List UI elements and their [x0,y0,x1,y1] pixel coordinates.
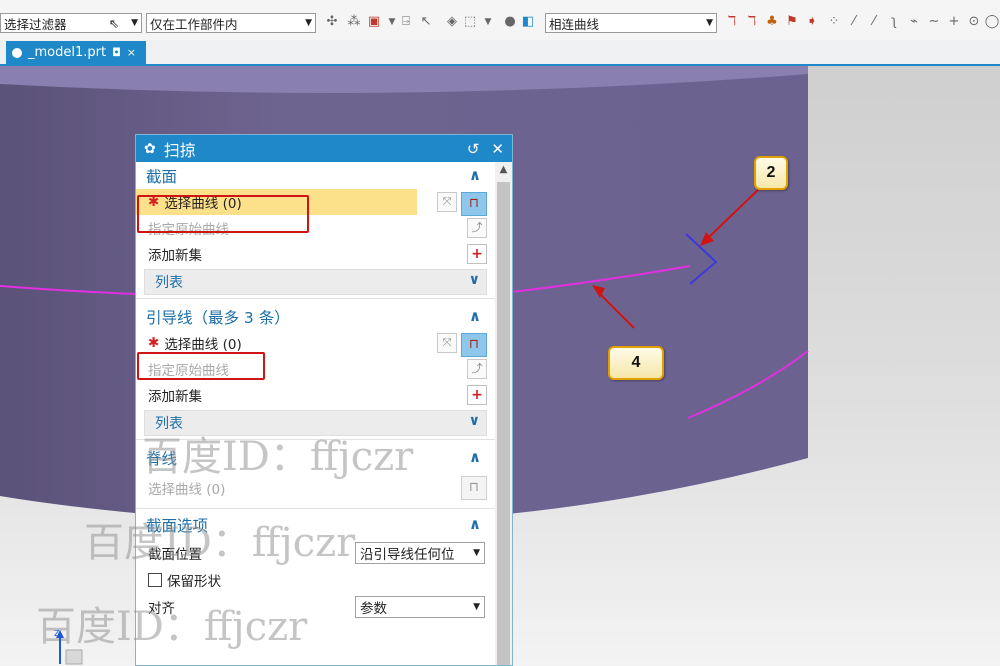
add-new-set-label: 添加新集 [148,389,202,405]
control-point-icon[interactable]: ʅ [886,14,902,30]
section-header-guide[interactable]: 引导线（最多 3 条） ∧ [136,303,495,330]
section-header-section[interactable]: 截面 ∧ [136,162,495,189]
scroll-thumb[interactable] [497,182,510,665]
divider [136,298,495,299]
chevron-down-icon[interactable]: ∨ [469,272,480,288]
align-dropdown[interactable]: 参数 ▼ [355,596,485,618]
snap-point-icon[interactable]: ⁘ [826,14,842,30]
line-snap-icon[interactable]: ⁄ [846,14,862,30]
curve-rule-dropdown[interactable]: 相连曲线 ▼ [545,13,717,33]
guide-title: 引导线（最多 3 条） [146,308,290,327]
required-asterisk-icon: ✱ [148,335,160,351]
snap-icon[interactable]: ✣ [324,14,340,30]
document-tab-bar: _model1.prt ◘ × [0,40,1000,66]
svg-text:Z: Z [54,629,60,638]
section-position-dropdown[interactable]: 沿引导线任何位 ▼ [355,542,485,564]
chevron-up-icon[interactable]: ∧ [469,448,481,466]
axis-triad-icon: Z [54,629,83,665]
reverse-direction-icon[interactable]: ⤧ [437,333,457,353]
dialog-scrollbar[interactable]: ▲ [495,162,512,665]
chevron-down-icon: ▼ [706,18,713,28]
select-curve-icon: ⊓ [461,476,487,500]
intersection-icon[interactable]: ⌁ [906,14,922,30]
tab-pin-icon[interactable]: ◘ [112,46,121,59]
chevron-down-icon: ▼ [473,602,480,612]
origin-curve-icon: ⤴ [467,359,487,379]
add-set-icon[interactable]: + [467,385,487,405]
close-icon[interactable]: ✕ [491,140,504,158]
chevron-down-icon: ▼ [473,548,480,558]
origin-curve-icon: ⤴ [467,218,487,238]
scope-dropdown[interactable]: 仅在工作部件内 ▼ [146,13,316,33]
path-icon[interactable]: ➧ [804,14,820,30]
cursor-arrow-icon: ⇖ [108,15,120,31]
dialog-content: 截面 ∧ ✱ 选择曲线 (0) ⤧ ⊓ 指定原始曲线 ⤴ 添加新集 + 列表 ∨ [136,162,495,665]
guide-add-new-set[interactable]: 添加新集 + [136,382,495,408]
curve-point-icon[interactable]: ∼ [926,14,942,30]
top-toolbar: 选择过滤器 ⇖ ▼ 仅在工作部件内 ▼ ✣ ⁂ ▣ ▼ ⍈ ↖ ◈ ⬚ ▼ ● … [0,0,1000,41]
keep-shape-checkbox[interactable] [148,573,162,587]
select-all-icon[interactable]: ◈ [444,14,460,30]
chevron-down-icon: ▼ [305,18,312,28]
reset-icon[interactable]: ↺ [467,140,480,158]
list-label: 列表 [155,275,183,291]
dialog-title: 扫掠 [163,140,196,160]
chevron-down-icon[interactable]: ∨ [469,413,480,429]
selection-filter-dropdown[interactable]: 选择过滤器 ⇖ ▼ [0,13,142,33]
gear-icon[interactable]: ✿ [144,141,156,157]
feature-curve-icon[interactable]: ♣ [764,14,780,30]
callout-4: 4 [608,346,664,380]
section-position-value: 沿引导线任何位 [360,547,455,563]
section-add-new-set[interactable]: 添加新集 + [136,241,495,267]
scroll-up-icon[interactable]: ▲ [495,162,512,178]
close-icon[interactable]: × [127,46,136,59]
tab-model1[interactable]: _model1.prt ◘ × [6,41,146,64]
edge-icon[interactable]: ↖ [418,14,434,30]
watermark: 百度ID：ffjczr [84,520,356,566]
curve-rule-value: 相连曲线 [549,16,600,32]
follow-fillet-icon[interactable]: ℸ [744,14,760,30]
select-curve-label: 选择曲线 (0) [164,337,242,353]
reverse-direction-icon[interactable]: ⤧ [437,192,457,212]
crosshair-icon[interactable]: + [946,14,962,30]
callout-2: 2 [754,156,788,190]
select-curve-icon[interactable]: ⊓ [461,333,487,357]
highlight-section-select [137,195,309,233]
part-file-icon [12,47,22,58]
chevron-up-icon[interactable]: ∧ [469,515,481,533]
chevron-down-icon[interactable]: ▼ [480,14,496,30]
highlight-guide-select [137,352,265,380]
chevron-up-icon[interactable]: ∧ [469,166,481,184]
body-icon[interactable]: ◧ [520,14,536,30]
keep-shape-row[interactable]: 保留形状 [136,568,495,592]
quadrant-icon[interactable]: ◯ [984,14,1000,30]
selection-filter-label: 选择过滤器 [4,16,67,32]
watermark: 百度ID：ffjczr [142,434,414,480]
align-value: 参数 [360,601,387,617]
solid-icon[interactable]: ● [502,14,518,30]
midpoint-icon[interactable]: ⁄ [866,14,882,30]
select-curve-icon[interactable]: ⊓ [461,192,487,216]
tab-label: _model1.prt [28,45,107,60]
rectangle-select-icon[interactable]: ⬚ [462,14,478,30]
select-feature-icon[interactable]: ▣ [366,14,382,30]
stop-at-intersection-icon[interactable]: ℸ [724,14,740,30]
chevron-down-icon: ▼ [131,18,138,28]
curve-rule-icon[interactable]: ⍈ [398,14,414,30]
add-set-icon[interactable]: + [467,244,487,264]
divider [136,508,495,509]
dialog-title-bar: ✿ 扫掠 ↺ ✕ [136,135,512,162]
section-title: 截面 [146,167,178,186]
scope-value: 仅在工作部件内 [150,16,238,32]
keep-shape-label: 保留形状 [167,574,221,590]
section-list-toggle[interactable]: 列表 ∨ [144,269,487,295]
point-snap-icon[interactable]: ⁂ [346,14,362,30]
center-icon[interactable]: ⊙ [966,14,982,30]
chevron-up-icon[interactable]: ∧ [469,307,481,325]
chain-icon[interactable]: ⚑ [784,14,800,30]
add-new-set-label: 添加新集 [148,248,202,264]
